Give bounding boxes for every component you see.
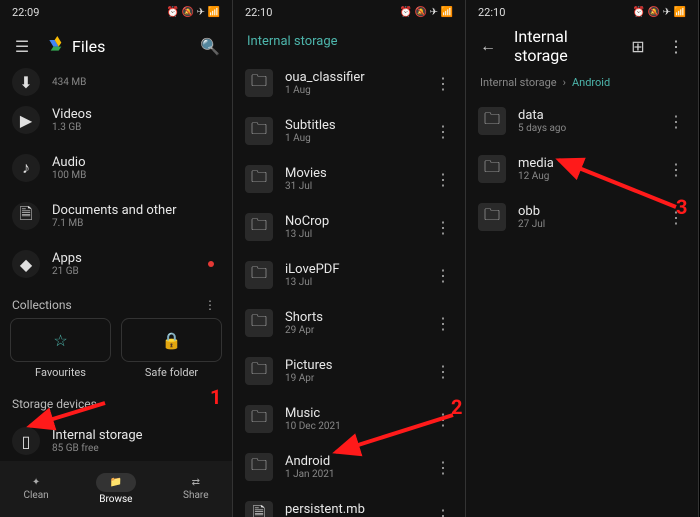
nav-clean[interactable]: ✦Clean xyxy=(23,477,48,501)
folder-item[interactable]: 🗀Movies31 Jul⋮ xyxy=(233,155,465,203)
app-bar: ☰ Files 🔍 xyxy=(0,24,232,68)
pane-files-home: 22:09 ⏰ 🔕 ✈ 📶 ☰ Files 🔍 ⬇ 434 MB ▶ Video… xyxy=(0,0,233,517)
folder-item[interactable]: 🗀Android1 Jan 2021⋮ xyxy=(233,443,465,491)
folder-list: 🗀data5 days ago⋮🗀media12 Aug⋮🗀obb27 Jul⋮ xyxy=(466,97,698,241)
phone-icon: ▯ xyxy=(12,427,40,455)
clock: 22:10 xyxy=(478,6,505,19)
folder-item[interactable]: 🗀Music10 Dec 2021⋮ xyxy=(233,395,465,443)
more-icon[interactable]: ⋮ xyxy=(664,34,688,58)
video-icon: ▶ xyxy=(12,106,40,134)
folder-icon: 🗀 xyxy=(245,261,273,289)
collections-header: Collections ⋮ xyxy=(0,288,232,318)
document-icon: 🗎 xyxy=(12,202,40,230)
status-icons: ⏰ 🔕 ✈ 📶 xyxy=(633,7,686,18)
folder-item[interactable]: 🗀iLovePDF13 Jul⋮ xyxy=(233,251,465,299)
folder-icon: 🗀 xyxy=(478,203,506,231)
apps-icon: ◆ xyxy=(12,250,40,278)
more-icon[interactable]: ⋮ xyxy=(433,506,453,517)
location-header[interactable]: Internal storage xyxy=(233,24,465,59)
folder-item[interactable]: 🗀data5 days ago⋮ xyxy=(466,97,698,145)
folder-item[interactable]: 🗀Shorts29 Apr⋮ xyxy=(233,299,465,347)
status-icons: ⏰ 🔕 ✈ 📶 xyxy=(400,7,453,18)
folder-item[interactable]: 🗎persistent.mb248 B, 26 Feb⋮ xyxy=(233,491,465,517)
breadcrumb-root[interactable]: Internal storage xyxy=(480,76,557,89)
pane-android-folder: 22:10 ⏰ 🔕 ✈ 📶 ← Internal storage ⊞ ⋮ Int… xyxy=(466,0,699,517)
folder-item[interactable]: 🗀Pictures19 Apr⋮ xyxy=(233,347,465,395)
folder-icon: 🗀 xyxy=(245,309,273,337)
folder-list: 🗀oua_classifier1 Aug⋮🗀Subtitles1 Aug⋮🗀Mo… xyxy=(233,59,465,517)
nav-browse[interactable]: 📁Browse xyxy=(96,473,136,505)
more-icon[interactable]: ⋮ xyxy=(666,112,686,131)
folder-icon: 🗀 xyxy=(245,117,273,145)
chevron-right-icon: › xyxy=(563,76,566,89)
status-bar: 22:10 ⏰ 🔕 ✈ 📶 xyxy=(233,0,465,24)
more-icon[interactable]: ⋮ xyxy=(433,74,453,93)
category-list: ⬇ 434 MB ▶ Videos1.3 GB ♪ Audio100 MB 🗎 … xyxy=(0,68,232,288)
category-audio[interactable]: ♪ Audio100 MB xyxy=(0,144,232,192)
folder-icon: 🗀 xyxy=(478,155,506,183)
folder-icon: 🗀 xyxy=(245,357,273,385)
favourites-card[interactable]: ☆ xyxy=(10,318,111,362)
clock: 22:10 xyxy=(245,6,272,19)
folder-icon: 🗀 xyxy=(245,165,273,193)
internal-storage-item[interactable]: ▯ Internal storage85 GB free xyxy=(0,417,232,465)
page-title: Internal storage xyxy=(514,27,612,65)
breadcrumb-current[interactable]: Android xyxy=(572,76,610,89)
nav-share[interactable]: ⇄Share xyxy=(183,477,208,501)
back-icon[interactable]: ← xyxy=(476,34,500,58)
folder-icon: 🗀 xyxy=(245,453,273,481)
files-logo-icon xyxy=(48,36,64,56)
status-icons: ⏰ 🔕 ✈ 📶 xyxy=(167,7,220,18)
more-icon[interactable]: ⋮ xyxy=(433,170,453,189)
more-icon[interactable]: ⋮ xyxy=(433,314,453,333)
file-icon: 🗎 xyxy=(245,501,273,517)
notification-dot xyxy=(208,261,214,267)
more-icon[interactable]: ⋮ xyxy=(433,362,453,381)
more-icon[interactable]: ⋮ xyxy=(666,208,686,227)
folder-item[interactable]: 🗀media12 Aug⋮ xyxy=(466,145,698,193)
category-documents[interactable]: 🗎 Documents and other7.1 MB xyxy=(0,192,232,240)
more-icon[interactable]: ⋮ xyxy=(433,458,453,477)
bottom-nav: ✦Clean 📁Browse ⇄Share xyxy=(0,461,232,517)
more-icon[interactable]: ⋮ xyxy=(200,298,220,312)
folder-item[interactable]: 🗀Subtitles1 Aug⋮ xyxy=(233,107,465,155)
category-apps[interactable]: ◆ Apps21 GB xyxy=(0,240,232,288)
safe-folder-card[interactable]: 🔒 xyxy=(121,318,222,362)
more-icon[interactable]: ⋮ xyxy=(433,410,453,429)
audio-icon: ♪ xyxy=(12,154,40,182)
grid-view-icon[interactable]: ⊞ xyxy=(626,34,650,58)
collection-cards: ☆ 🔒 xyxy=(0,318,232,362)
folder-item[interactable]: 🗀oua_classifier1 Aug⋮ xyxy=(233,59,465,107)
app-bar: ← Internal storage ⊞ ⋮ xyxy=(466,24,698,68)
app-title: Files xyxy=(48,36,184,56)
breadcrumb: Internal storage › Android xyxy=(466,68,698,97)
folder-icon: 🗀 xyxy=(478,107,506,135)
menu-icon[interactable]: ☰ xyxy=(10,34,34,58)
folder-item[interactable]: 🗀obb27 Jul⋮ xyxy=(466,193,698,241)
category-icon: ⬇ xyxy=(12,68,40,96)
more-icon[interactable]: ⋮ xyxy=(433,122,453,141)
pane-internal-storage: 22:10 ⏰ 🔕 ✈ 📶 Internal storage 🗀oua_clas… xyxy=(233,0,466,517)
folder-item[interactable]: 🗀NoCrop13 Jul⋮ xyxy=(233,203,465,251)
status-bar: 22:09 ⏰ 🔕 ✈ 📶 xyxy=(0,0,232,24)
folder-icon: 🗀 xyxy=(245,213,273,241)
clock: 22:09 xyxy=(12,6,39,19)
more-icon[interactable]: ⋮ xyxy=(666,160,686,179)
status-bar: 22:10 ⏰ 🔕 ✈ 📶 xyxy=(466,0,698,24)
more-icon[interactable]: ⋮ xyxy=(433,266,453,285)
category-videos[interactable]: ▶ Videos1.3 GB xyxy=(0,96,232,144)
more-icon[interactable]: ⋮ xyxy=(433,218,453,237)
search-icon[interactable]: 🔍 xyxy=(198,34,222,58)
folder-icon: 🗀 xyxy=(245,69,273,97)
storage-header: Storage devices xyxy=(0,387,232,417)
category-item[interactable]: ⬇ 434 MB xyxy=(0,68,232,96)
safe-folder-label: Safe folder xyxy=(121,362,222,387)
folder-icon: 🗀 xyxy=(245,405,273,433)
favourites-label: Favourites xyxy=(10,362,111,387)
